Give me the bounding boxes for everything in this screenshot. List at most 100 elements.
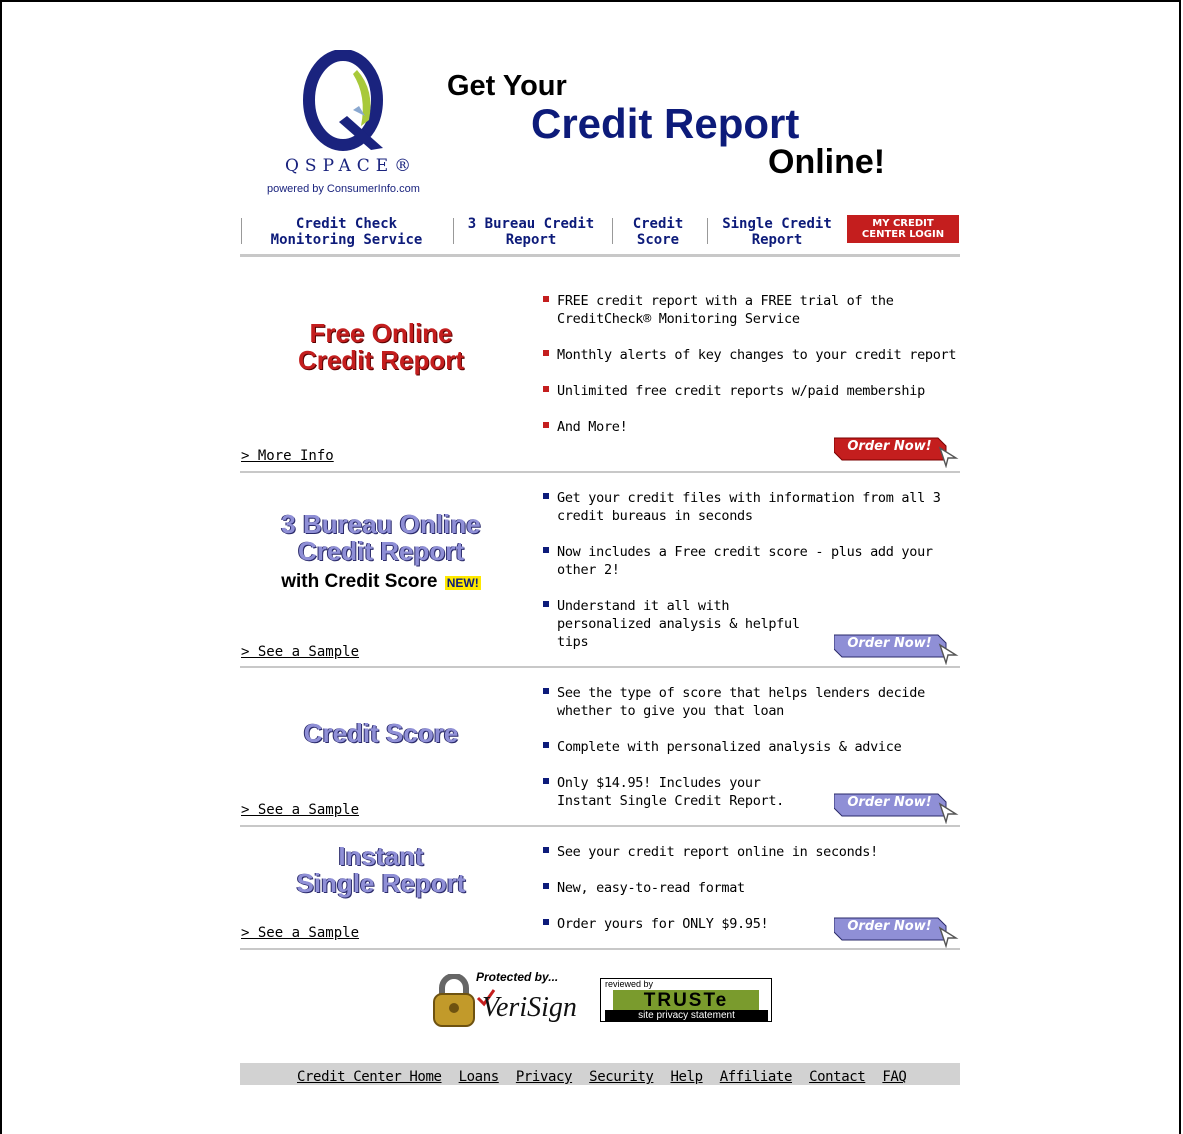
top-nav: Credit Check Monitoring Service 3 Bureau… <box>240 213 960 257</box>
list-item: Monthly alerts of key changes to your cr… <box>543 346 963 364</box>
nav-label: Credit Check <box>295 216 398 232</box>
product-title-line: Credit Report <box>297 536 465 566</box>
bullet-square-icon <box>543 778 549 784</box>
bullet-square-icon <box>543 919 549 925</box>
footer-link-affiliate[interactable]: Affiliate <box>720 1069 793 1085</box>
list-item: FREE credit report with a FREE trial of … <box>543 292 963 328</box>
section-instant-single-report: Instant Single Report See your credit re… <box>240 827 960 950</box>
nav-credit-score[interactable]: Credit Score <box>622 216 694 248</box>
nav-separator <box>453 218 454 244</box>
bullet-square-icon <box>543 296 549 302</box>
product-title-line: Single Report <box>296 868 466 898</box>
footer-link-contact[interactable]: Contact <box>809 1069 866 1085</box>
see-sample-link[interactable]: > See a Sample <box>241 644 359 660</box>
section-3-bureau-credit-report: 3 Bureau Online Credit Report with Credi… <box>240 473 960 668</box>
nav-label: Monitoring Service <box>270 232 423 248</box>
order-now-button[interactable]: Order Now! <box>834 916 959 948</box>
footer-link-privacy[interactable]: Privacy <box>516 1069 573 1085</box>
list-item: Now includes a Free credit score - plus … <box>543 543 963 579</box>
nav-label: Report <box>751 232 803 248</box>
login-label: MY CREDIT <box>872 218 934 229</box>
list-item: Get your credit files with information f… <box>543 489 963 525</box>
product-title-line: Credit Score <box>303 718 459 748</box>
truste-statement: site privacy statement <box>605 1010 768 1021</box>
list-item: Only $14.95! Includes your Instant Singl… <box>543 774 822 810</box>
bullet-square-icon <box>543 847 549 853</box>
headline-line-3: Online! <box>768 143 886 181</box>
bullet-square-icon <box>543 883 549 889</box>
list-item: Unlimited free credit reports w/paid mem… <box>543 382 963 400</box>
list-item: New, easy-to-read format <box>543 879 963 897</box>
truste-seal[interactable]: reviewed by TRUSTe site privacy statemen… <box>600 978 772 1022</box>
list-item: See the type of score that helps lenders… <box>543 684 963 720</box>
nav-single-credit-report[interactable]: Single Credit Report <box>718 216 836 248</box>
nav-credit-check-monitoring[interactable]: Credit Check Monitoring Service <box>254 216 439 248</box>
q-logo-icon <box>303 50 383 151</box>
footer-links: Credit Center Home Loans Privacy Securit… <box>297 1066 918 1085</box>
product-title-line: 3 Bureau Online <box>281 509 481 539</box>
see-sample-link[interactable]: > See a Sample <box>241 925 359 941</box>
padlock-icon <box>433 974 475 1027</box>
product-title[interactable]: Free Online Credit Report <box>240 320 522 374</box>
bullet-square-icon <box>543 493 549 499</box>
verisign-protected-text: Protected by... <box>476 970 559 984</box>
product-title-line: Credit Report <box>297 345 465 375</box>
footer-link-loans[interactable]: Loans <box>459 1069 500 1085</box>
nav-separator <box>241 218 242 244</box>
product-title-line: Instant <box>338 841 424 871</box>
order-label: Order Now! <box>847 636 932 651</box>
truste-wordmark: TRUSTe <box>613 990 759 1011</box>
bullet-square-icon <box>543 742 549 748</box>
product-title-line: Free Online <box>309 318 453 348</box>
footer-nav: Credit Center Home Loans Privacy Securit… <box>240 1063 960 1085</box>
list-item: Complete with personalized analysis & ad… <box>543 738 963 756</box>
nav-label: Credit <box>632 216 684 232</box>
headline-line-2: Credit Report <box>531 100 800 147</box>
nav-separator <box>707 218 708 244</box>
product-title[interactable]: Instant Single Report <box>240 843 522 897</box>
section-free-online-credit-report: Free Online Credit Report FREE credit re… <box>240 258 960 473</box>
trust-badges: Protected by... VeriSign reviewed by TRU… <box>240 970 960 1030</box>
bullet-square-icon <box>543 386 549 392</box>
my-credit-center-login-button[interactable]: MY CREDIT CENTER LOGIN <box>847 215 959 243</box>
bullet-square-icon <box>543 688 549 694</box>
qspace-logo[interactable]: QSPACE® powered by ConsumerInfo.com <box>267 50 457 195</box>
product-subtitle: with Credit Score <box>281 571 438 592</box>
list-item: And More! <box>543 418 963 436</box>
order-label: Order Now! <box>847 795 932 810</box>
bullet-square-icon <box>543 601 549 607</box>
bullet-square-icon <box>543 350 549 356</box>
order-label: Order Now! <box>847 919 932 934</box>
nav-label: Score <box>636 232 680 248</box>
more-info-link[interactable]: > More Info <box>241 448 334 464</box>
footer-link-help[interactable]: Help <box>671 1069 704 1085</box>
verisign-wordmark: VeriSign <box>482 992 577 1023</box>
section-credit-score: Credit Score See the type of score that … <box>240 668 960 827</box>
verisign-seal[interactable]: Protected by... VeriSign <box>428 970 578 1030</box>
see-sample-link[interactable]: > See a Sample <box>241 802 359 818</box>
logo-wordmark: QSPACE® <box>285 156 418 176</box>
product-title[interactable]: Credit Score <box>240 720 522 747</box>
login-label: CENTER LOGIN <box>861 229 945 240</box>
nav-label: Report <box>505 232 557 248</box>
product-title[interactable]: 3 Bureau Online Credit Report with Credi… <box>240 511 522 597</box>
order-now-button[interactable]: Order Now! <box>834 436 959 468</box>
nav-3-bureau-credit-report[interactable]: 3 Bureau Credit Report <box>462 216 600 248</box>
nav-separator <box>612 218 613 244</box>
new-badge: NEW! <box>444 576 481 590</box>
footer-link-credit-center-home[interactable]: Credit Center Home <box>297 1069 442 1085</box>
headline-line-1: Get Your <box>447 70 567 102</box>
order-now-button[interactable]: Order Now! <box>834 792 959 824</box>
bullet-square-icon <box>543 422 549 428</box>
truste-reviewed-text: reviewed by <box>605 979 654 989</box>
nav-label: 3 Bureau Credit <box>467 216 595 232</box>
logo-tagline: powered by ConsumerInfo.com <box>267 183 420 195</box>
order-now-button[interactable]: Order Now! <box>834 633 959 665</box>
footer-link-security[interactable]: Security <box>589 1069 654 1085</box>
feature-list: FREE credit report with a FREE trial of … <box>543 292 963 454</box>
list-item: See your credit report online in seconds… <box>543 843 963 861</box>
footer-link-faq[interactable]: FAQ <box>882 1069 906 1085</box>
list-item: Understand it all with personalized anal… <box>543 597 822 651</box>
order-label: Order Now! <box>847 439 932 454</box>
nav-label: Single Credit <box>722 216 832 232</box>
